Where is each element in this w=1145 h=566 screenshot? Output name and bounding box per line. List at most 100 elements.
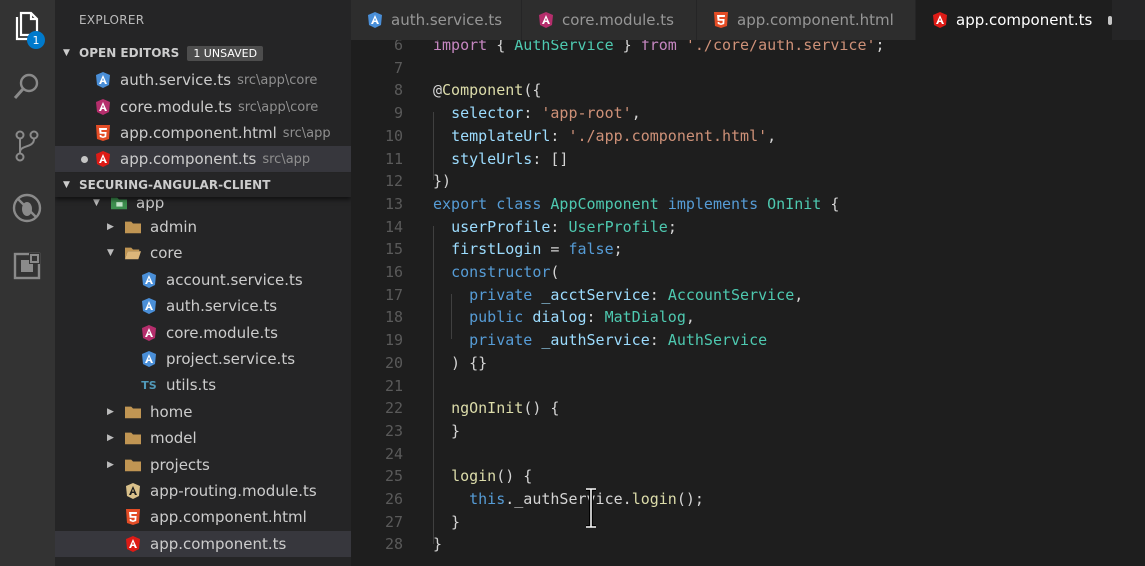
code-line: }) [433,172,452,191]
text-cursor-icon [585,487,597,532]
unsaved-badge: 1 UNSAVED [187,45,264,61]
chevron-down-icon: ▼ [107,248,114,258]
tree-item-label: admin [150,218,197,236]
code-line: import { AuthService } from './core/auth… [433,40,885,54]
tree-item-file-selected[interactable]: app.component.ts [55,531,351,557]
line-number: 17 [384,285,403,304]
tree-item-file[interactable]: auth.service.ts [55,293,351,319]
line-number: 25 [384,467,403,486]
tree-item-file[interactable]: app-routing.module.ts [55,478,351,504]
chevron-right-icon: ▶ [107,222,114,232]
open-editor-item[interactable]: core.module.ts src\app\core [55,94,351,120]
code-editor[interactable]: 6 7 8 9 10 11 12 13 14 15 16 17 18 19 20… [351,40,1145,566]
tab-core-module[interactable]: core.module.ts [522,0,697,40]
explorer-badge: 1 [27,31,45,49]
tree-item-projects[interactable]: ▶ projects [55,452,351,478]
code-line: userProfile: UserProfile; [451,217,677,236]
tree-item-label: app-routing.module.ts [150,482,317,500]
tree-item-file[interactable]: app.component.html [55,504,351,530]
explorer-title: EXPLORER [79,13,145,27]
tab-label: app.component.html [737,11,894,29]
angular-icon [141,325,157,341]
line-number: 12 [384,172,403,191]
angular-icon [932,12,948,28]
open-editors-header[interactable]: ▼ OPEN EDITORS 1 UNSAVED [55,41,351,65]
modified-dot-icon[interactable] [1108,15,1112,25]
open-editor-path: src\app [262,151,311,167]
line-number: 22 [384,399,403,418]
line-number: 10 [384,126,403,145]
tab-label: core.module.ts [562,11,674,29]
tree-item-file[interactable]: core.module.ts [55,320,351,346]
tab-label: app.component.ts [956,11,1093,29]
tree-item-file[interactable]: project.service.ts [55,346,351,372]
tree-item-admin[interactable]: ▶ admin [55,214,351,240]
tree-item-label: core.module.ts [166,324,278,342]
activity-bar: 1 [0,0,55,566]
code-line: this._authService.login(); [469,490,704,508]
editor-tabs: auth.service.ts core.module.ts app.compo… [351,0,1145,40]
tab-label: auth.service.ts [391,11,503,29]
angular-icon [95,151,111,167]
tree-item-home[interactable]: ▶ home [55,399,351,425]
search-icon[interactable] [9,68,45,104]
open-editors-label: OPEN EDITORS [79,46,180,60]
chevron-down-icon: ▼ [63,48,70,58]
code-line: export class AppComponent implements OnI… [433,194,840,213]
code-line: private _acctService: AccountService, [469,285,804,304]
line-number: 27 [384,512,403,531]
html5-icon [713,12,729,28]
line-number: 14 [384,217,403,236]
tree-item-file[interactable]: TS utils.ts [55,372,351,398]
line-number: 9 [393,104,403,123]
code-line: private _authService: AuthService [469,331,768,350]
angular-service-icon [141,298,157,314]
open-editor-item[interactable]: app.component.html src\app [55,120,351,146]
angular-service-icon [141,351,157,367]
code-line: firstLogin = false; [451,240,623,259]
open-editor-path: src\app [282,125,331,141]
line-number: 26 [384,490,403,508]
code-line: @Component({ [433,81,542,100]
chevron-down-icon: ▼ [63,180,70,190]
line-number: 21 [384,376,403,395]
angular-service-icon [367,12,383,28]
html5-icon [125,509,141,525]
angular-icon [125,536,141,552]
tree-item-label: core [150,244,183,262]
tree-item-model[interactable]: ▶ model [55,425,351,451]
folder-icon [125,219,141,235]
tree-item-file[interactable]: account.service.ts [55,267,351,293]
app-folder-icon [111,195,127,211]
code-line: styleUrls: [] [451,149,569,168]
html5-icon [95,125,111,141]
project-header[interactable]: ▼ SECURING-ANGULAR-CLIENT [55,173,351,197]
tree-item-label: projects [150,456,210,474]
tree-item-label: utils.ts [166,376,217,394]
line-number: 23 [384,421,403,440]
tree-item-label: auth.service.ts [166,297,278,315]
chevron-right-icon: ▶ [107,407,114,417]
line-number: 13 [384,194,403,213]
source-control-icon[interactable] [9,128,45,164]
code-line: templateUrl: './app.component.html', [451,126,777,145]
tab-app-component-ts[interactable]: app.component.ts [916,0,1113,40]
line-number: 16 [384,263,403,281]
line-number: 15 [384,240,403,259]
unsaved-dot-icon [81,156,88,163]
line-number: 11 [384,149,403,168]
open-editor-item[interactable]: auth.service.ts src\app\core [55,67,351,93]
line-number: 24 [384,444,403,463]
open-editor-item-active[interactable]: app.component.ts src\app [55,146,351,172]
project-label: SECURING-ANGULAR-CLIENT [79,178,271,192]
typescript-icon: TS [141,378,157,392]
folder-open-icon [125,245,141,261]
tree-item-core[interactable]: ▼ core [55,240,351,266]
tab-app-component-html[interactable]: app.component.html [697,0,916,40]
extensions-icon[interactable] [9,248,45,284]
tree-item-label: account.service.ts [166,271,303,289]
tab-auth-service[interactable]: auth.service.ts [351,0,522,40]
debug-icon[interactable] [9,190,45,226]
folder-icon [125,430,141,446]
line-number: 28 [384,535,403,554]
